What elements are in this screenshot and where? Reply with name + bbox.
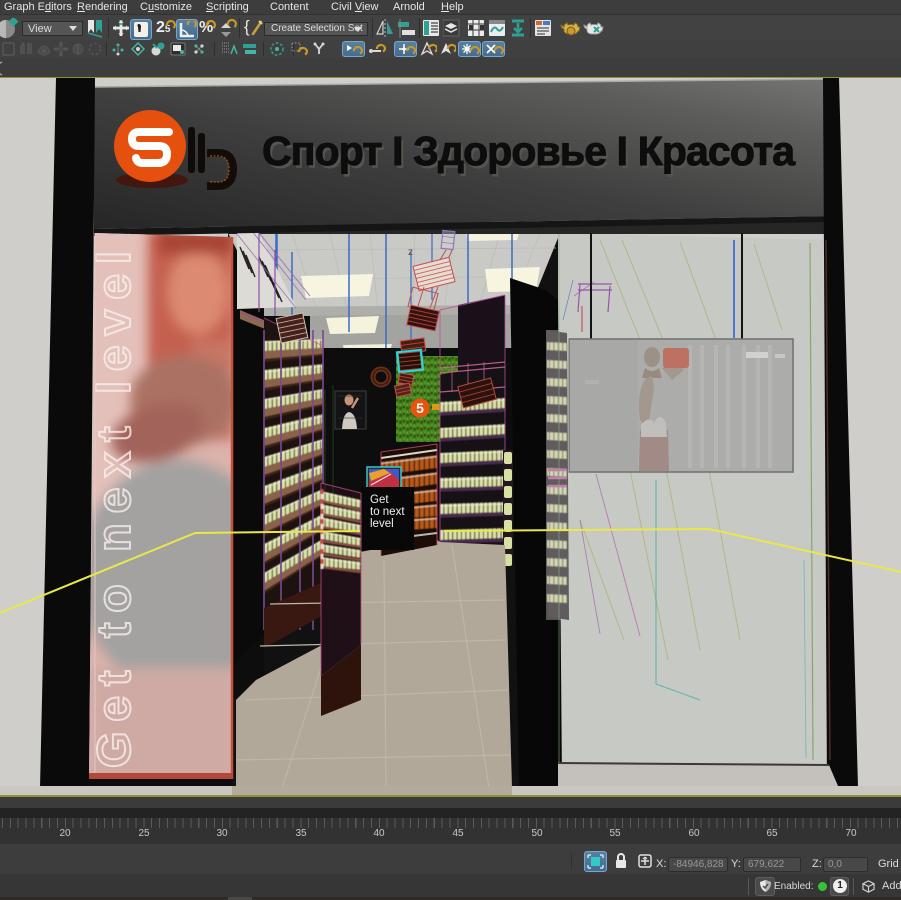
svg-text:Get: Get	[370, 494, 389, 506]
svg-text:z: z	[408, 247, 413, 258]
svg-text:Спорт I Здоровье I Красота: Спорт I Здоровье I Красота	[262, 128, 796, 174]
svg-text:level: level	[370, 518, 394, 530]
svg-text:to next: to next	[370, 506, 405, 518]
svg-text:5: 5	[416, 400, 424, 416]
